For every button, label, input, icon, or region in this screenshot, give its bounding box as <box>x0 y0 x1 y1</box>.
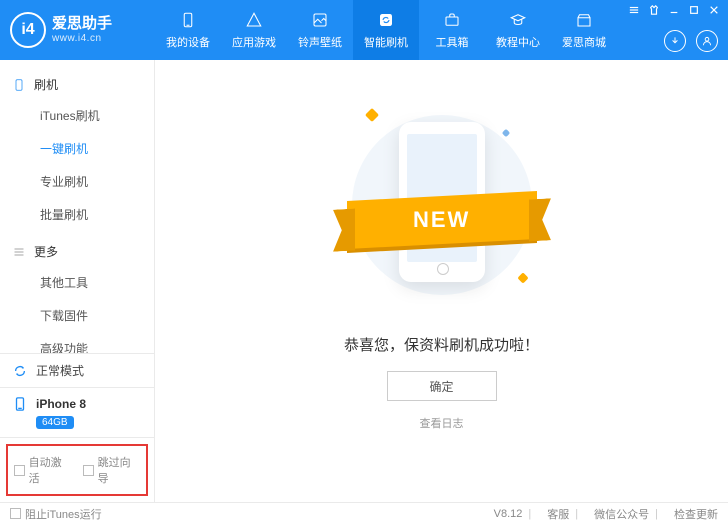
checkbox-label: 自动激活 <box>29 454 71 486</box>
store-icon <box>574 10 594 30</box>
options-box: 自动激活 跳过向导 <box>6 444 148 496</box>
tab-label: 爱思商城 <box>562 34 606 50</box>
minimize-icon[interactable] <box>668 4 680 16</box>
device-mode-label: 正常模式 <box>36 362 84 379</box>
close-icon[interactable] <box>708 4 720 16</box>
tab-label: 我的设备 <box>166 34 210 50</box>
device-name: iPhone 8 <box>36 397 86 411</box>
tab-label: 智能刷机 <box>364 34 408 50</box>
status-bar: 阻止iTunes运行 V8.12 | 客服 | 微信公众号 | 检查更新 <box>0 502 728 524</box>
wallpaper-icon <box>310 10 330 30</box>
checkbox-auto-activate[interactable]: 自动激活 <box>14 454 71 486</box>
brand-logo-icon: i4 <box>10 12 46 48</box>
main-panel: NEW 恭喜您，保资料刷机成功啦！ 确定 查看日志 <box>155 60 728 502</box>
list-icon <box>12 245 26 259</box>
sidebar-group-label: 刷机 <box>34 76 58 93</box>
sidebar-bottom: 正常模式 iPhone 8 64GB 自动激活 跳过向导 <box>0 353 154 502</box>
new-ribbon: NEW <box>347 191 537 249</box>
phone-small-icon <box>12 78 26 92</box>
tab-devices[interactable]: 我的设备 <box>155 0 221 60</box>
view-log-link[interactable]: 查看日志 <box>420 415 464 431</box>
check-update-link[interactable]: 检查更新 <box>674 506 718 522</box>
menu-icon[interactable] <box>628 4 640 16</box>
ok-button[interactable]: 确定 <box>387 371 497 401</box>
wechat-link[interactable]: 微信公众号 <box>594 506 649 522</box>
maximize-icon[interactable] <box>688 4 700 16</box>
success-illustration: NEW <box>327 100 557 310</box>
device-mode[interactable]: 正常模式 <box>0 354 154 388</box>
sidebar-group-label: 更多 <box>34 243 58 260</box>
app-header: i4 爱思助手 www.i4.cn 我的设备 应用游戏 铃声壁纸 智能刷机 工具… <box>0 0 728 60</box>
tab-label: 工具箱 <box>436 34 469 50</box>
sidebar-item-oneclick[interactable]: 一键刷机 <box>0 132 154 165</box>
brand-url: www.i4.cn <box>52 33 112 44</box>
tab-flash[interactable]: 智能刷机 <box>353 0 419 60</box>
phone-small-icon <box>12 396 28 412</box>
tab-toolbox[interactable]: 工具箱 <box>419 0 485 60</box>
sidebar-item-batch-flash[interactable]: 批量刷机 <box>0 198 154 231</box>
tab-ringtone[interactable]: 铃声壁纸 <box>287 0 353 60</box>
window-controls <box>628 4 720 16</box>
checkbox-skip-guide[interactable]: 跳过向导 <box>83 454 140 486</box>
graduation-icon <box>508 10 528 30</box>
sidebar-item-itunes-flash[interactable]: iTunes刷机 <box>0 99 154 132</box>
sidebar-item-dl-fw[interactable]: 下载固件 <box>0 299 154 332</box>
sidebar: 刷机 iTunes刷机 一键刷机 专业刷机 批量刷机 更多 其他工具 下载固件 … <box>0 60 155 502</box>
tab-label: 教程中心 <box>496 34 540 50</box>
tab-store[interactable]: 爱思商城 <box>551 0 617 60</box>
sidebar-item-advanced[interactable]: 高级功能 <box>0 332 154 353</box>
checkbox-block-itunes[interactable]: 阻止iTunes运行 <box>10 506 102 522</box>
content-area: 刷机 iTunes刷机 一键刷机 专业刷机 批量刷机 更多 其他工具 下载固件 … <box>0 60 728 502</box>
device-info[interactable]: iPhone 8 64GB <box>0 388 154 438</box>
tab-tutorial[interactable]: 教程中心 <box>485 0 551 60</box>
tab-label: 铃声壁纸 <box>298 34 342 50</box>
sidebar-group-flash[interactable]: 刷机 <box>0 70 154 99</box>
success-message: 恭喜您，保资料刷机成功啦！ <box>344 334 539 355</box>
support-link[interactable]: 客服 <box>547 506 569 522</box>
sidebar-item-other-tools[interactable]: 其他工具 <box>0 266 154 299</box>
apps-icon <box>244 10 264 30</box>
checkbox-label: 阻止iTunes运行 <box>25 506 102 522</box>
refresh-icon <box>376 10 396 30</box>
refresh-small-icon <box>12 363 28 379</box>
tab-label: 应用游戏 <box>232 34 276 50</box>
sidebar-item-pro-flash[interactable]: 专业刷机 <box>0 165 154 198</box>
capacity-badge: 64GB <box>36 416 74 429</box>
user-icon[interactable] <box>696 30 718 52</box>
tab-apps[interactable]: 应用游戏 <box>221 0 287 60</box>
phone-icon <box>178 10 198 30</box>
shirt-icon[interactable] <box>648 4 660 16</box>
toolbox-icon <box>442 10 462 30</box>
brand: i4 爱思助手 www.i4.cn <box>0 12 155 48</box>
brand-name: 爱思助手 <box>52 16 112 33</box>
header-actions <box>664 30 718 52</box>
ribbon-text: NEW <box>413 207 470 233</box>
main-tabs: 我的设备 应用游戏 铃声壁纸 智能刷机 工具箱 教程中心 爱思商城 <box>155 0 617 60</box>
sidebar-group-more[interactable]: 更多 <box>0 237 154 266</box>
download-icon[interactable] <box>664 30 686 52</box>
version-label: V8.12 <box>494 508 523 520</box>
checkbox-label: 跳过向导 <box>98 454 140 486</box>
